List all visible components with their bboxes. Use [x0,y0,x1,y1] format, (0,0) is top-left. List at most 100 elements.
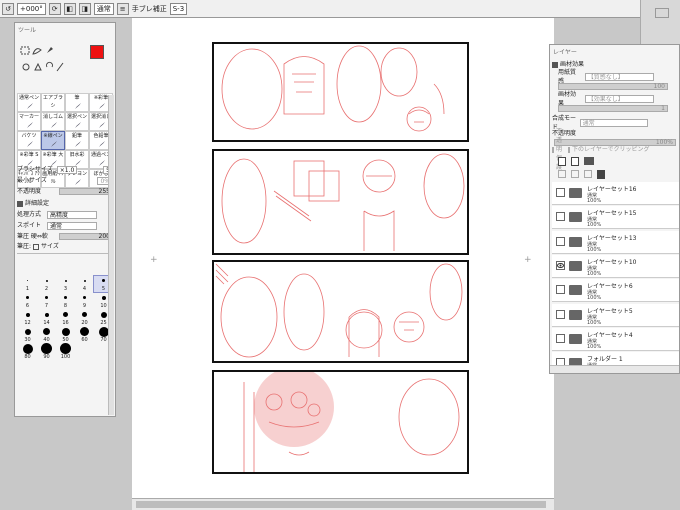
protect-checkbox[interactable] [552,146,554,153]
blend-select[interactable]: 通常 [579,118,648,127]
method-select[interactable]: 高精度 [47,210,98,219]
collapse-icon[interactable] [17,200,23,207]
layer-opacity: 100% [587,246,602,253]
layer-row[interactable]: レイヤーセット16 通常 100% [552,182,679,205]
brush-size-label: 60 [81,337,88,343]
spuit-select[interactable]: 通常 [47,221,98,230]
brush-size-preset[interactable]: 12 [18,310,37,326]
transfer-down-icon[interactable] [558,170,566,178]
selection-tools[interactable] [19,43,89,79]
tool-panel-scrollbar[interactable] [108,95,114,415]
brush-9[interactable]: ※線ペン [41,131,65,150]
navigator-frame[interactable] [655,8,669,18]
brush-size-label: 8 [63,303,68,309]
effect-select[interactable]: 【効果なし】 [584,94,654,103]
canvas-horizontal-scrollbar[interactable] [132,498,554,510]
eye-icon[interactable] [556,260,565,270]
brush-tip-icon [18,140,40,148]
texture-select[interactable]: 【質感なし】 [584,72,654,81]
brush-size-preset[interactable]: 80 [18,343,37,360]
brush-4[interactable]: マーカー [17,112,41,131]
clip-checkbox[interactable] [568,146,571,153]
rotate-left-icon[interactable]: ↺ [2,2,14,15]
brush-1[interactable]: エアブラシ [41,93,65,112]
brush-size-preset[interactable]: 3 [56,276,75,292]
new-layer-icon[interactable] [558,157,566,166]
brush-size-preset[interactable]: 14 [37,310,56,326]
trash-icon[interactable] [597,170,605,179]
brush-size-dot [83,279,86,282]
brush-size-preset[interactable]: 20 [75,310,94,326]
rotate-reset-icon[interactable]: ⟳ [48,2,61,15]
scrollbar-thumb[interactable] [136,501,546,508]
new-folder-icon[interactable] [584,157,594,165]
merge-down-icon[interactable] [571,170,579,178]
menu-icon[interactable]: ≡ [116,2,129,15]
brush-size-preset[interactable]: 7 [37,293,56,309]
min-size-label: 最小サイズ [17,177,47,184]
pressure-slider[interactable]: 200 [59,233,113,240]
brush-size-preset[interactable]: 100 [56,343,75,360]
brush-size-label: 80 [24,354,31,360]
brush-size-dot [98,326,109,337]
brush-size-preset[interactable]: 16 [56,310,75,326]
brush-2[interactable]: 筆 [65,93,89,112]
brush-size-preset[interactable]: 50 [56,327,75,343]
brush-label: 色鉛筆 [93,133,109,139]
brush-size-preset[interactable]: 4 [75,276,94,292]
brush-size-label: 4 [82,286,87,292]
visibility-checkbox[interactable] [556,333,565,343]
brush-10[interactable]: 鉛筆 [65,131,89,150]
brush-size-label: 12 [24,320,31,326]
brush-size-label: 16 [62,320,69,326]
detail-section[interactable]: 詳細設定 [17,199,113,208]
brush-size-preset[interactable]: 1 [18,276,37,292]
layer-row[interactable]: レイヤーセット4 通常 100% [552,327,679,351]
layer-panel-scrollbar[interactable] [550,365,679,373]
brush-size-dot [82,312,87,317]
navigator-strip [640,0,680,44]
brush-size-preset[interactable]: 9 [75,293,94,309]
brush-size-preset[interactable]: 30 [18,327,37,343]
flip-icon[interactable]: ◧ [63,2,76,15]
brush-5[interactable]: 消しゴム [41,112,65,131]
clip-label: 下のレイヤーでクリッピング [572,146,650,153]
layer-row[interactable]: レイヤーセット13 通常 100% [552,230,679,254]
brush-size-preset[interactable]: 6 [18,293,37,309]
brush-size-preset[interactable]: 8 [56,293,75,309]
brush-size-preset[interactable]: 2 [37,276,56,292]
layer-row[interactable]: レイヤーセット15 通常 100% [552,206,679,230]
brush-size-preset[interactable]: 90 [37,343,56,360]
new-vector-layer-icon[interactable] [571,157,579,166]
effect-strength-slider[interactable]: 1 [558,105,668,112]
stabilizer-select[interactable]: S-3 [169,2,188,15]
brush-size-preset[interactable]: 40 [37,327,56,343]
brush-size-multiplier[interactable]: ×1.0 [56,165,78,174]
clear-layer-icon[interactable] [584,170,592,178]
pressure-size-checkbox[interactable] [33,243,40,250]
tool-panel: ツール 通常ペン エアブラシ筆 ※彩筆 マーカー 消しゴム 選択ペン 選択消し バケツ ※線ペン… [14,22,116,417]
visibility-checkbox[interactable] [556,188,565,197]
brush-size-preset[interactable]: 60 [75,327,94,343]
visibility-checkbox[interactable] [556,236,565,246]
layer-row[interactable]: レイヤーセット6 通常 100% [552,279,679,303]
opacity-slider[interactable]: 255 [59,188,113,195]
brush-0[interactable]: 通常ペン [17,93,41,112]
layer-row[interactable]: レイヤーセット10 通常 100% [552,254,679,278]
brush-size-dot [44,312,49,317]
visibility-checkbox[interactable] [556,309,565,319]
brush-tip-icon [66,121,88,129]
visibility-checkbox[interactable] [556,212,565,222]
blend-mode-select[interactable]: 通常 [93,2,114,15]
primary-color-swatch[interactable] [90,45,104,59]
brush-size-dot [61,327,70,336]
brush-6[interactable]: 選択ペン [65,112,89,131]
visibility-checkbox[interactable] [556,285,565,295]
angle-field[interactable]: +000° [17,2,46,15]
brush-size-label: 6 [25,303,30,309]
brush-8[interactable]: バケツ [17,131,41,150]
view-icon[interactable]: ◨ [78,2,91,15]
layer-row[interactable]: レイヤーセット5 通常 100% [552,303,679,327]
top-toolbar: ↺ +000° ⟳ ◧ ◨ 通常 ≡ 手ブレ補正 S-3 [0,0,680,18]
canvas[interactable] [132,18,554,498]
